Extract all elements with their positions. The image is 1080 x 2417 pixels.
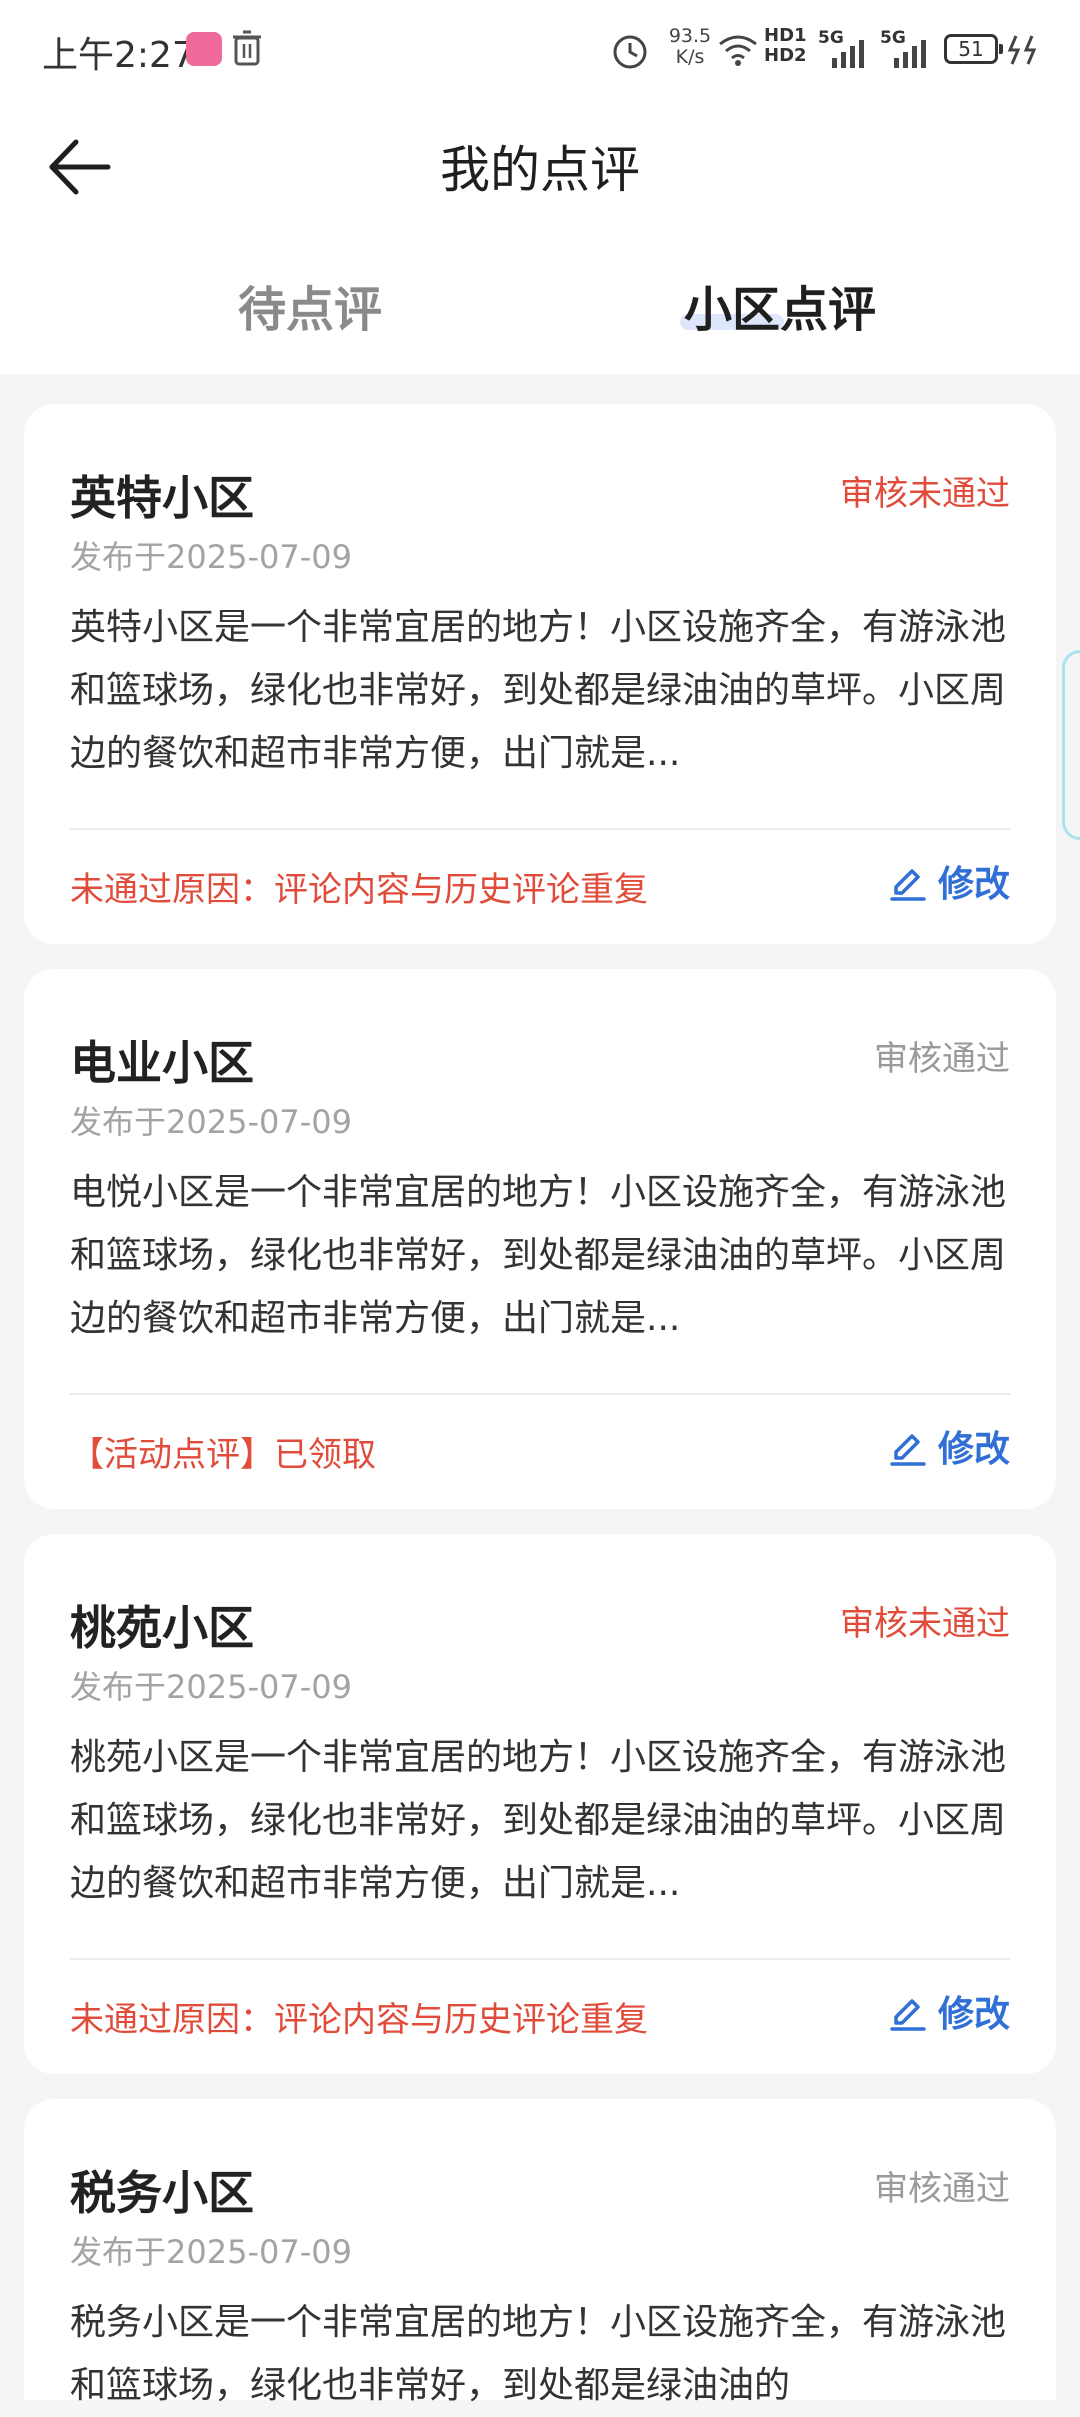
net-speed-value: 93.5 [668, 25, 712, 47]
signal-icon: 5G [818, 28, 872, 68]
hd-indicator: HD1 HD2 [764, 26, 807, 66]
review-card: 桃苑小区 审核未通过 发布于2025-07-09 桃苑小区是一个非常宜居的地方！… [24, 1534, 1056, 2074]
review-status: 审核通过 [874, 1039, 1010, 1079]
edit-label: 修改 [937, 1994, 1010, 2035]
rejection-reason: 未通过原因：评论内容与历史评论重复 [70, 2000, 648, 2040]
status-time: 上午2:27 [42, 35, 195, 76]
app-notification-icon [186, 32, 222, 66]
community-name: 桃苑小区 [70, 1601, 254, 1655]
divider [70, 1958, 1010, 1960]
review-status: 审核通过 [874, 2169, 1010, 2209]
signal-icon: 5G [880, 28, 934, 68]
review-status: 审核未通过 [840, 1604, 1010, 1644]
review-card: 英特小区 审核未通过 发布于2025-07-09 英特小区是一个非常宜居的地方！… [24, 404, 1056, 944]
community-name: 英特小区 [70, 471, 254, 525]
net-speed-unit: K/s [675, 46, 705, 68]
floating-side-handle[interactable] [1062, 650, 1080, 840]
review-content[interactable]: 电悦小区是一个非常宜居的地方！小区设施齐全，有游泳池和篮球场，绿化也非常好，到处… [70, 1161, 1026, 1350]
rejection-reason: 未通过原因：评论内容与历史评论重复 [70, 870, 648, 910]
community-name: 税务小区 [70, 2166, 254, 2220]
edit-label: 修改 [937, 1429, 1010, 1470]
battery-icon: 51 [944, 34, 1003, 64]
review-card: 税务小区 审核通过 发布于2025-07-09 税务小区是一个非常宜居的地方！小… [24, 2099, 1056, 2406]
wifi-icon [719, 35, 757, 66]
edit-button[interactable]: 修改 [888, 1988, 1010, 2035]
tab-pending-review[interactable]: 待点评 [190, 270, 430, 340]
review-content[interactable]: 税务小区是一个非常宜居的地方！小区设施齐全，有游泳池和篮球场，绿化也非常好，到处… [70, 2291, 1026, 2417]
publish-date: 发布于2025-07-09 [70, 1668, 352, 1706]
tab-community-review[interactable]: 小区点评 [660, 270, 900, 340]
net-speed: 93.5 K/s [660, 26, 720, 68]
divider [70, 828, 1010, 830]
publish-date: 发布于2025-07-09 [70, 2233, 352, 2271]
status-bar: 上午2:27 93.5 K/s HD1 HD2 5G 5G 51 [0, 0, 1080, 100]
publish-date: 发布于2025-07-09 [70, 538, 352, 576]
edit-icon [890, 1999, 926, 2031]
review-status: 审核未通过 [840, 474, 1010, 514]
hd1-label: HD1 [764, 25, 807, 46]
alarm-icon [613, 35, 647, 69]
edit-icon [890, 869, 926, 901]
edit-icon [890, 1434, 926, 1466]
edit-button[interactable]: 修改 [888, 858, 1010, 905]
divider [70, 1393, 1010, 1395]
edit-button[interactable]: 修改 [888, 1423, 1010, 1470]
edit-label: 修改 [937, 864, 1010, 905]
publish-date: 发布于2025-07-09 [70, 1103, 352, 1141]
page-title: 我的点评 [440, 141, 640, 199]
review-card: 电业小区 审核通过 发布于2025-07-09 电悦小区是一个非常宜居的地方！小… [24, 969, 1056, 1509]
review-content[interactable]: 英特小区是一个非常宜居的地方！小区设施齐全，有游泳池和篮球场，绿化也非常好，到处… [70, 596, 1026, 785]
activity-note: 【活动点评】已领取 [70, 1435, 376, 1475]
trash-icon [233, 30, 261, 66]
community-name: 电业小区 [70, 1036, 254, 1090]
charging-icon [1007, 35, 1037, 65]
review-content[interactable]: 桃苑小区是一个非常宜居的地方！小区设施齐全，有游泳池和篮球场，绿化也非常好，到处… [70, 1726, 1026, 1915]
hd2-label: HD2 [764, 45, 807, 66]
